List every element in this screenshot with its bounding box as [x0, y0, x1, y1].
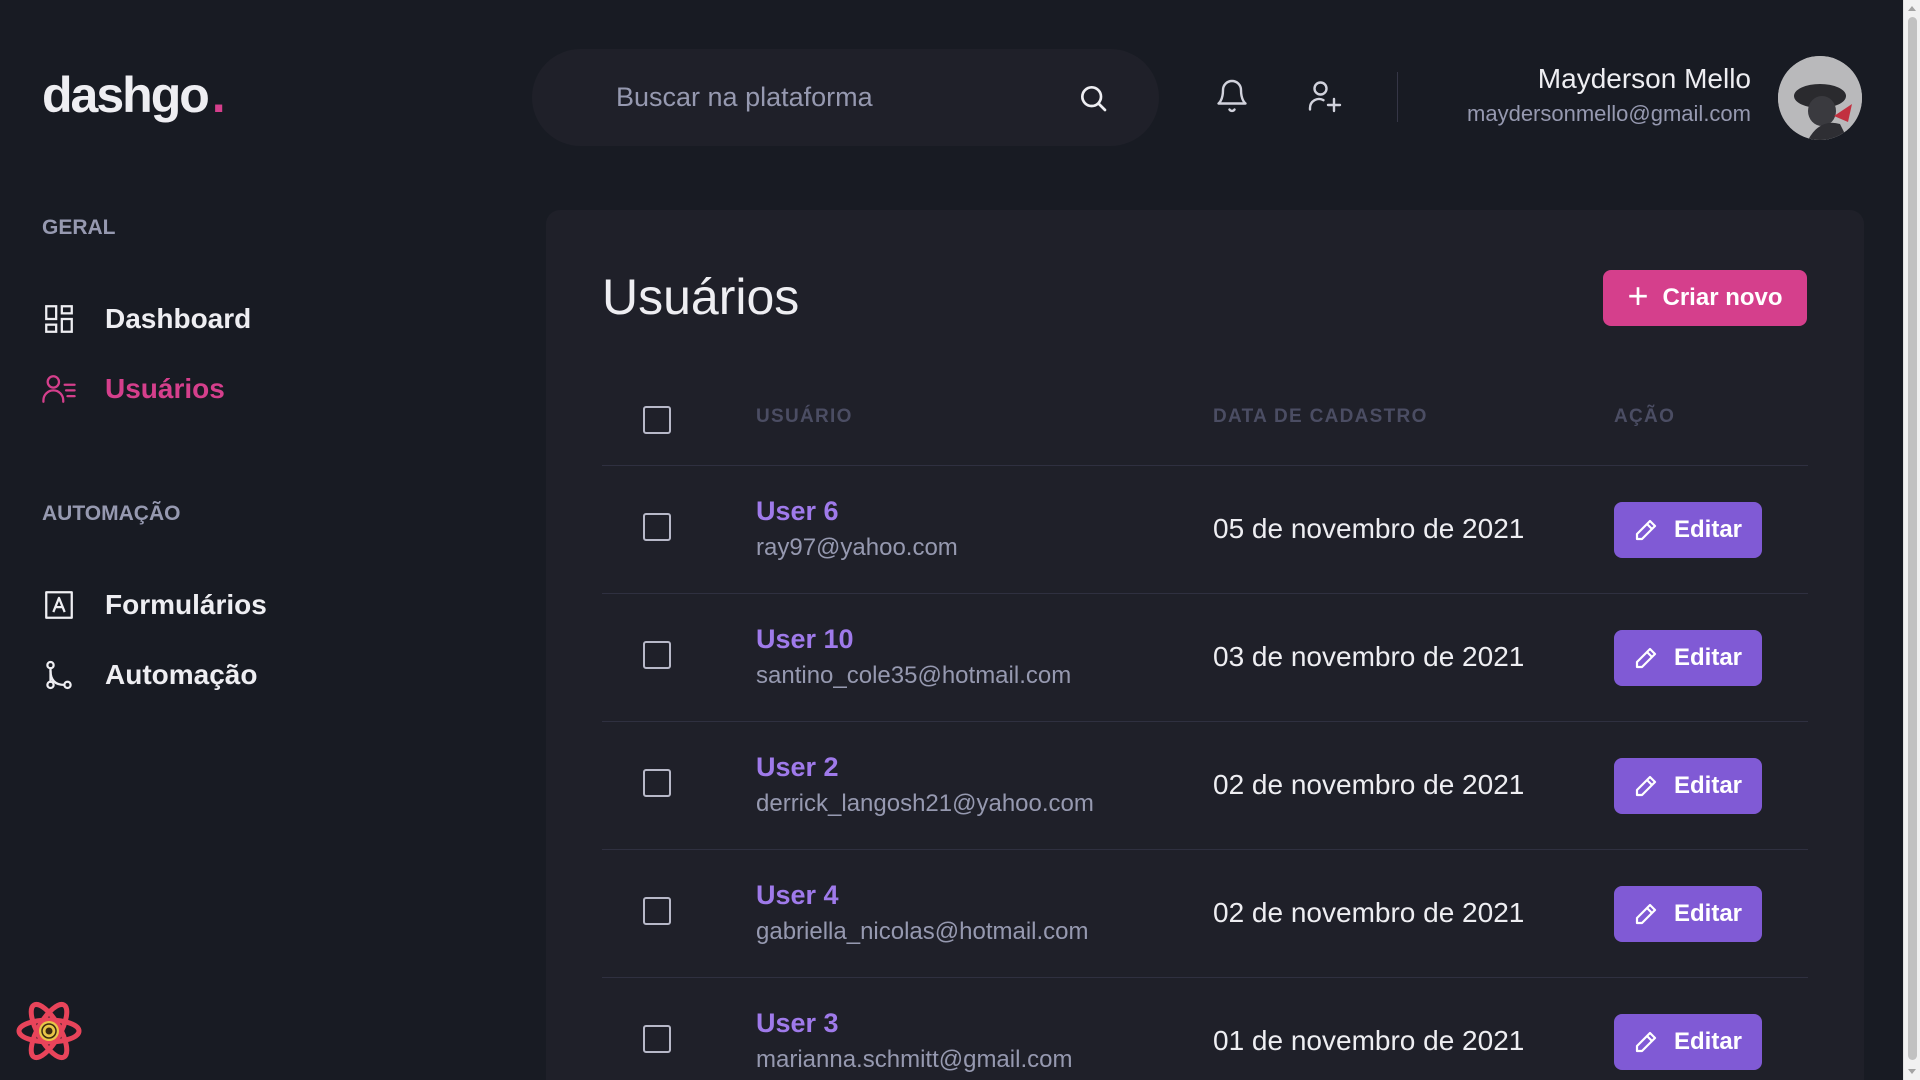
edit-button[interactable]: Editar [1614, 502, 1762, 558]
table-row: User 6 ray97@yahoo.com 05 de novembro de… [602, 466, 1808, 594]
select-all-checkbox[interactable] [643, 406, 671, 434]
pencil-icon [1635, 647, 1657, 669]
header-divider [1397, 72, 1398, 122]
pencil-icon [1635, 775, 1657, 797]
edit-label: Editar [1673, 772, 1742, 799]
logo-dot: . [211, 67, 226, 123]
table-row: User 4 gabriella_nicolas@hotmail.com 02 … [602, 850, 1808, 978]
vertical-scrollbar[interactable] [1903, 0, 1920, 1080]
user-name[interactable]: User 4 [756, 880, 839, 911]
pencil-icon [1635, 519, 1657, 541]
form-icon [45, 591, 73, 619]
logo[interactable]: dashgo. [42, 66, 226, 124]
user-name[interactable]: User 6 [756, 496, 839, 527]
search-input[interactable]: Buscar na plataforma [616, 82, 1077, 113]
column-header-usuario: USUÁRIO [756, 406, 853, 427]
page-title: Usuários [602, 269, 800, 325]
users-icon [42, 375, 76, 403]
row-checkbox[interactable] [643, 769, 671, 797]
table-row: User 10 santino_cole35@hotmail.com 03 de… [602, 594, 1808, 722]
sidebar-section-geral: GERAL [42, 216, 116, 239]
registration-date: 02 de novembro de 2021 [1213, 769, 1525, 800]
row-checkbox[interactable] [643, 897, 671, 925]
edit-button[interactable]: Editar [1614, 758, 1762, 814]
plus-icon: + [1627, 275, 1649, 316]
sidebar-item-label: Dashboard [105, 303, 252, 334]
logo-text: dashgo [42, 67, 210, 123]
registration-date: 05 de novembro de 2021 [1213, 513, 1525, 544]
search-icon[interactable] [1077, 82, 1109, 114]
column-header-data: DATA DE CADASTRO [1213, 406, 1428, 427]
pencil-icon [1635, 1031, 1657, 1053]
profile-email: maydersonmello@gmail.com [1467, 101, 1751, 126]
table-row: User 2 derrick_langosh21@yahoo.com 02 de… [602, 722, 1808, 850]
user-add-icon[interactable] [1307, 78, 1343, 114]
sidebar-item-dashboard[interactable]: Dashboard [42, 302, 251, 336]
registration-date: 03 de novembro de 2021 [1213, 641, 1525, 672]
scrollbar-thumb[interactable] [1908, 17, 1917, 1060]
row-checkbox[interactable] [643, 513, 671, 541]
sidebar-item-label: Automação [105, 659, 258, 690]
column-header-acao: AÇÃO [1614, 406, 1676, 427]
edit-label: Editar [1673, 1028, 1742, 1055]
pencil-icon [1635, 903, 1657, 925]
profile-info: Mayderson Mello maydersonmello@gmail.com [1467, 62, 1751, 127]
user-name[interactable]: User 3 [756, 1008, 839, 1039]
user-name[interactable]: User 10 [756, 624, 854, 655]
sidebar-item-label: Formulários [105, 589, 267, 620]
scroll-down-arrow-icon[interactable] [1908, 1069, 1916, 1074]
react-icon[interactable] [15, 998, 83, 1064]
sidebar-item-label: Usuários [105, 373, 225, 404]
user-email: ray97@yahoo.com [756, 534, 958, 561]
create-new-label: Criar novo [1662, 284, 1783, 311]
user-email: derrick_langosh21@yahoo.com [756, 790, 1094, 817]
sidebar-item-formularios[interactable]: Formulários [42, 588, 267, 622]
edit-button[interactable]: Editar [1614, 1014, 1762, 1070]
edit-button[interactable]: Editar [1614, 630, 1762, 686]
registration-date: 01 de novembro de 2021 [1213, 1025, 1525, 1056]
bell-icon[interactable] [1214, 78, 1250, 114]
sidebar-item-usuarios[interactable]: Usuários [42, 372, 225, 406]
users-table: USUÁRIO DATA DE CADASTRO AÇÃO User 6 ray… [602, 340, 1808, 1080]
avatar[interactable] [1778, 56, 1862, 140]
create-new-button[interactable]: + Criar novo [1603, 270, 1807, 326]
profile-name: Mayderson Mello [1537, 63, 1751, 94]
search-bar[interactable]: Buscar na plataforma [532, 49, 1159, 146]
dashboard-icon [45, 305, 73, 333]
row-checkbox[interactable] [643, 1025, 671, 1053]
sidebar-section-automacao: AUTOMAÇÃO [42, 502, 181, 525]
edit-label: Editar [1673, 644, 1742, 671]
scroll-up-arrow-icon[interactable] [1908, 6, 1916, 11]
page: dashgo. Buscar na plataforma Mayderson M… [0, 0, 1920, 1080]
avatar-image [1778, 56, 1862, 140]
sidebar-item-automacao[interactable]: Automação [42, 658, 257, 692]
user-email: gabriella_nicolas@hotmail.com [756, 918, 1089, 945]
edit-button[interactable]: Editar [1614, 886, 1762, 942]
registration-date: 02 de novembro de 2021 [1213, 897, 1525, 928]
users-card: Usuários + Criar novo USUÁRIO DATA DE CA… [546, 210, 1864, 1080]
row-checkbox[interactable] [643, 641, 671, 669]
git-merge-icon [46, 660, 72, 690]
user-email: marianna.schmitt@gmail.com [756, 1046, 1073, 1073]
edit-label: Editar [1673, 900, 1742, 927]
user-email: santino_cole35@hotmail.com [756, 662, 1072, 689]
user-name[interactable]: User 2 [756, 752, 839, 783]
edit-label: Editar [1673, 516, 1742, 543]
table-row: User 3 marianna.schmitt@gmail.com 01 de … [602, 978, 1808, 1080]
table-header: USUÁRIO DATA DE CADASTRO AÇÃO [602, 340, 1808, 466]
